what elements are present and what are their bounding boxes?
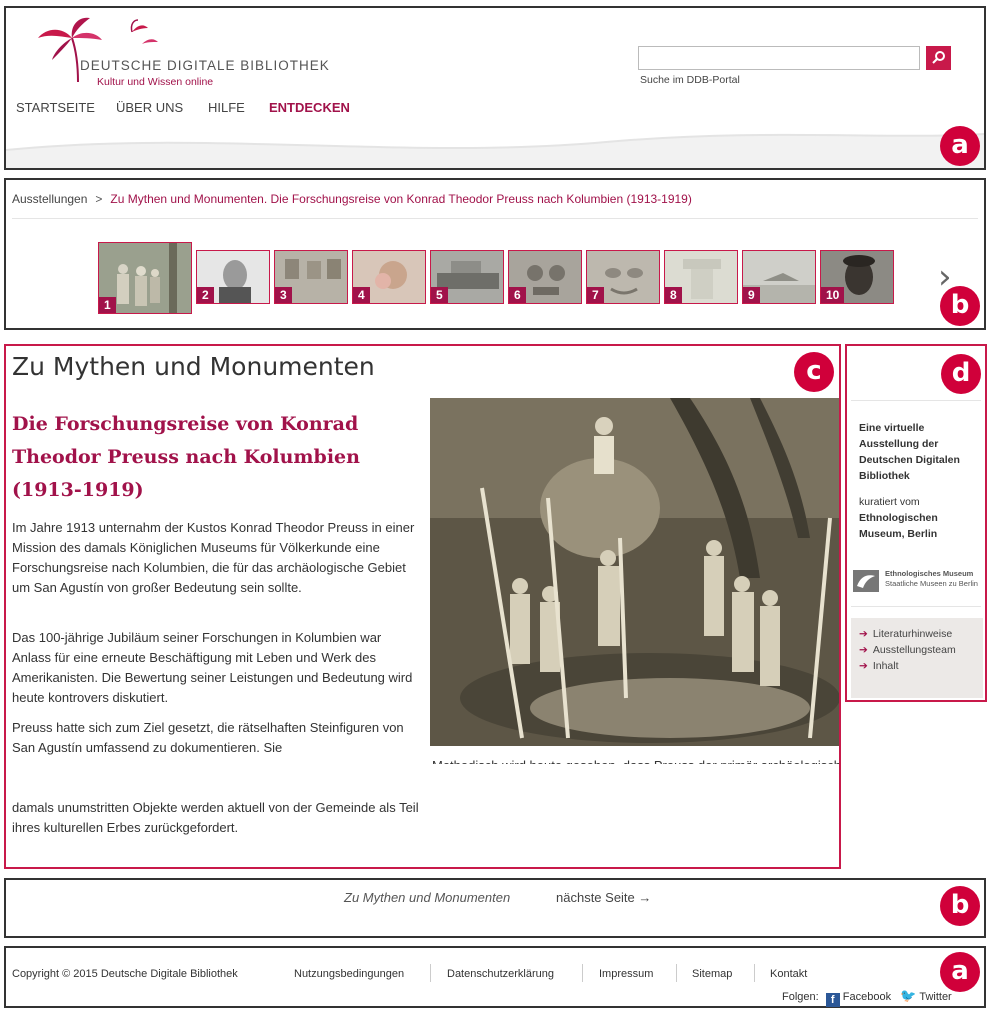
divider — [851, 400, 981, 401]
link-literaturhinweise[interactable]: ➔ Literaturhinweise — [859, 626, 975, 642]
nav-startseite[interactable]: STARTSEITE — [16, 100, 95, 115]
thumbnail-5[interactable]: 5 — [430, 250, 504, 304]
divider — [851, 606, 981, 607]
marker-a-header: a — [940, 126, 980, 166]
thumbnail-4[interactable]: 4 — [352, 250, 426, 304]
site-header: DEUTSCHE DIGITALE BIBLIOTHEK Kultur und … — [4, 6, 986, 170]
thumbnail-number: 7 — [587, 287, 604, 303]
search-button[interactable] — [926, 46, 951, 70]
search-icon — [931, 51, 945, 64]
logo-title: DEUTSCHE DIGITALE BIBLIOTHEK — [80, 58, 330, 73]
pager-current-title: Zu Mythen und Monumenten — [344, 890, 511, 905]
paragraph-3: Preuss hatte sich zum Ziel gesetzt, die … — [12, 720, 404, 755]
marker-c-main: c — [794, 352, 834, 392]
thumbnail-number: 4 — [353, 287, 370, 303]
obscured-area — [6, 764, 839, 798]
header-wave — [6, 133, 984, 168]
exhibition-navigation: Ausstellungen > Zu Mythen und Monumenten. … — [4, 178, 986, 330]
sidebar-title: Eine virtuelle Ausstellung der Deutschen… — [859, 422, 960, 482]
arrow-right-icon: ➔ — [859, 660, 868, 672]
footer-link-datenschutz[interactable]: Datenschutzerklärung — [447, 968, 554, 980]
thumbnail-1[interactable]: 1 — [98, 242, 192, 314]
footer-link-sitemap[interactable]: Sitemap — [692, 968, 732, 980]
divider — [754, 964, 755, 982]
exhibition-sidebar: d Eine virtuelle Ausstellung der Deutsch… — [845, 344, 987, 702]
thumbnail-number: 1 — [99, 297, 116, 313]
arrow-right-icon: ➔ — [859, 628, 868, 640]
divider — [676, 964, 677, 982]
thumbnail-9[interactable]: 9 — [742, 250, 816, 304]
breadcrumb-separator: > — [95, 192, 103, 206]
divider — [582, 964, 583, 982]
arrow-right-icon: ➔ — [859, 644, 868, 656]
paragraph-4: damals unumstritten Objekte werden aktue… — [12, 800, 419, 835]
thumbnail-6[interactable]: 6 — [508, 250, 582, 304]
expedition-photo-image — [430, 398, 839, 746]
paragraph-1: Im Jahre 1913 unternahm der Kustos Konra… — [12, 520, 415, 595]
marker-b-pager: b — [940, 886, 980, 926]
paragraph-2: Das 100-jährige Jubiläum seiner Forschun… — [12, 630, 413, 705]
link-ausstellungsteam[interactable]: ➔ Ausstellungsteam — [859, 642, 975, 658]
follow-label: Folgen: — [782, 991, 819, 1003]
nav-entdecken[interactable]: ENTDECKEN — [269, 100, 350, 115]
footer-link-impressum[interactable]: Impressum — [599, 968, 653, 980]
exhibition-title: Zu Mythen und Monumenten — [12, 352, 375, 381]
main-content: Zu Mythen und Monumenten c Die Forschung… — [4, 344, 841, 869]
marker-d-sidebar: d — [941, 354, 981, 394]
link-inhalt[interactable]: ➔ Inhalt — [859, 658, 975, 674]
search-hint: Suche im DDB-Portal — [640, 74, 740, 86]
thumbnail-number: 3 — [275, 287, 292, 303]
sidebar-links: ➔ Literaturhinweise ➔ Ausstellungsteam ➔ In… — [851, 618, 983, 698]
expedition-photo[interactable] — [430, 398, 839, 746]
thumbnail-number: 6 — [509, 287, 526, 303]
nav-hilfe[interactable]: HILFE — [208, 100, 245, 115]
next-page-link[interactable]: nächste Seite → — [556, 890, 651, 905]
divider — [12, 218, 978, 219]
thumbnail-7[interactable]: 7 — [586, 250, 660, 304]
footer-link-kontakt[interactable]: Kontakt — [770, 968, 807, 980]
social-follow: Folgen: f Facebook 🐦 Twitter — [782, 988, 952, 1007]
nav-ueber-uns[interactable]: ÜBER UNS — [116, 100, 183, 115]
museum-logo[interactable]: Ethnologisches Museum Staatliche Museen … — [853, 568, 983, 592]
page-pager: Zu Mythen und Monumenten nächste Seite →… — [4, 878, 986, 938]
twitter-icon[interactable]: 🐦 — [900, 988, 916, 1004]
breadcrumb-current[interactable]: Zu Mythen und Monumenten. Die Forschungs… — [110, 192, 691, 206]
thumbnail-number: 10 — [821, 287, 845, 303]
logo-subtitle: Kultur und Wissen online — [97, 76, 214, 88]
exhibition-subtitle: Die Forschungsreise von Konrad Theodor P… — [12, 413, 360, 501]
divider — [430, 964, 431, 982]
search-input[interactable] — [638, 46, 920, 70]
museum-logo-icon — [853, 570, 879, 592]
ddb-logo-icon[interactable] — [34, 14, 164, 84]
footer-link-nutzungsbedingungen[interactable]: Nutzungsbedingungen — [294, 968, 404, 980]
museum-name: Ethnologischen Museum, Berlin — [859, 512, 938, 540]
facebook-icon[interactable]: f — [825, 993, 840, 1007]
thumbnail-number: 5 — [431, 287, 448, 303]
thumbnail-10[interactable]: 10 — [820, 250, 894, 304]
museum-logo-line2: Staatliche Museen zu Berlin — [885, 579, 978, 588]
curated-by-label: kuratiert vom — [859, 496, 920, 508]
facebook-link[interactable]: Facebook — [843, 991, 891, 1003]
thumbnail-8[interactable]: 8 — [664, 250, 738, 304]
breadcrumb-ausstellungen[interactable]: Ausstellungen — [12, 192, 87, 206]
thumbnail-number: 2 — [197, 287, 214, 303]
thumbnail-3[interactable]: 3 — [274, 250, 348, 304]
marker-a-footer: a — [940, 952, 980, 992]
thumbnail-number: 9 — [743, 287, 760, 303]
copyright-text: Copyright © 2015 Deutsche Digitale Bibli… — [12, 968, 238, 980]
marker-b-navigation: b — [940, 286, 980, 326]
twitter-link[interactable]: Twitter — [919, 991, 951, 1003]
site-footer: Copyright © 2015 Deutsche Digitale Bibli… — [4, 946, 986, 1008]
thumbnail-number: 8 — [665, 287, 682, 303]
thumbnail-2[interactable]: 2 — [196, 250, 270, 304]
museum-logo-line1: Ethnologisches Museum — [885, 569, 974, 578]
breadcrumb: Ausstellungen > Zu Mythen und Monumenten. … — [12, 192, 692, 206]
